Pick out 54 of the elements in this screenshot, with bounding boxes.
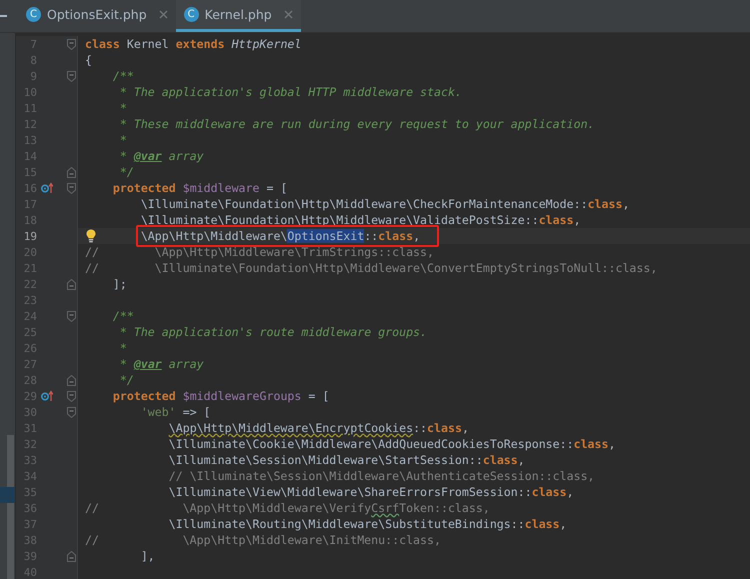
code-line: class Kernel extends HttpKernel	[84, 37, 302, 51]
override-icon[interactable]	[41, 390, 53, 402]
code-line: // \Illuminate\Foundation\Http\Middleware\ConvertEmptyStringsToNull::class,	[84, 261, 658, 275]
code-line: *	[120, 133, 127, 147]
fold-icon[interactable]	[67, 390, 76, 402]
code-line: \Illuminate\Foundation\Http\Middleware\CheckForMaintenanceMode::class,	[140, 197, 630, 211]
code-line: * The application's route middleware groups.	[120, 325, 428, 339]
fold-icon[interactable]	[67, 278, 76, 290]
fold-icon[interactable]	[67, 182, 76, 194]
code-line: \Illuminate\View\Middleware\ShareErrorsFromSession::class,	[168, 485, 574, 499]
close-icon[interactable]	[158, 10, 168, 19]
code-line: * @var array	[120, 149, 204, 163]
code-line: * @var array	[120, 357, 204, 371]
fold-icon[interactable]	[67, 310, 76, 322]
code-line: \Illuminate\Session\Middleware\StartSession::class,	[168, 453, 525, 467]
code-line: ],	[140, 549, 155, 563]
code-line: /**	[112, 69, 134, 83]
fold-icon[interactable]	[67, 406, 76, 418]
code-line: // \App\Http\Middleware\VerifyCsrfToken::class,	[84, 501, 490, 515]
lightbulb-icon[interactable]	[86, 229, 96, 243]
fold-icon[interactable]	[67, 70, 76, 82]
selected-row	[0, 487, 15, 503]
code-line: \Illuminate\Routing\Middleware\SubstituteBindings::class,	[168, 517, 567, 531]
code-line: *	[120, 341, 127, 355]
line-number: 19	[22, 230, 37, 242]
fold-icon[interactable]	[67, 550, 76, 562]
code-line: // \App\Http\Middleware\TrimStrings::class,	[84, 245, 434, 259]
code-line: *	[120, 101, 127, 115]
code-line: \Illuminate\Foundation\Http\Middleware\ValidatePostSize::class,	[140, 213, 581, 227]
close-icon[interactable]	[284, 10, 293, 19]
dash-icon	[0, 14, 7, 18]
code-line: /**	[112, 309, 134, 323]
code-line: // \Illuminate\Session\Middleware\AuthenticateSession::class,	[168, 469, 595, 483]
code-line: \App\Http\Middleware\EncryptCookies::class,	[168, 421, 469, 435]
code-line: * The application's global HTTP middleware stack.	[120, 85, 462, 99]
fold-icon[interactable]	[67, 166, 76, 178]
code-line: protected $middleware = [	[112, 181, 288, 195]
code-line: protected $middlewareGroups = [	[112, 389, 330, 403]
code-line: \App\Http\Middleware\OptionsExit::class,	[140, 229, 420, 243]
code-line: 'web' => [	[140, 405, 211, 419]
override-icon[interactable]	[41, 182, 53, 194]
code-line: // \App\Http\Middleware\InitMenu::class,	[84, 533, 441, 547]
class-file-icon: C	[184, 7, 199, 22]
fold-icon[interactable]	[67, 38, 76, 50]
code-line: \Illuminate\Cookie\Middleware\AddQueuedCookiesToResponse::class,	[168, 437, 616, 451]
code-line: */	[120, 165, 134, 179]
editor-tab[interactable]: C Kernel.php	[176, 0, 301, 32]
code-line: * These middleware are run during every request to your application.	[120, 117, 595, 131]
code-line: {	[84, 53, 92, 67]
code-line: */	[120, 373, 134, 387]
editor-tab[interactable]: C OptionsExit.php	[18, 0, 176, 32]
fold-icon[interactable]	[67, 374, 76, 386]
code-line: ];	[112, 277, 127, 291]
class-file-icon: C	[26, 7, 41, 22]
